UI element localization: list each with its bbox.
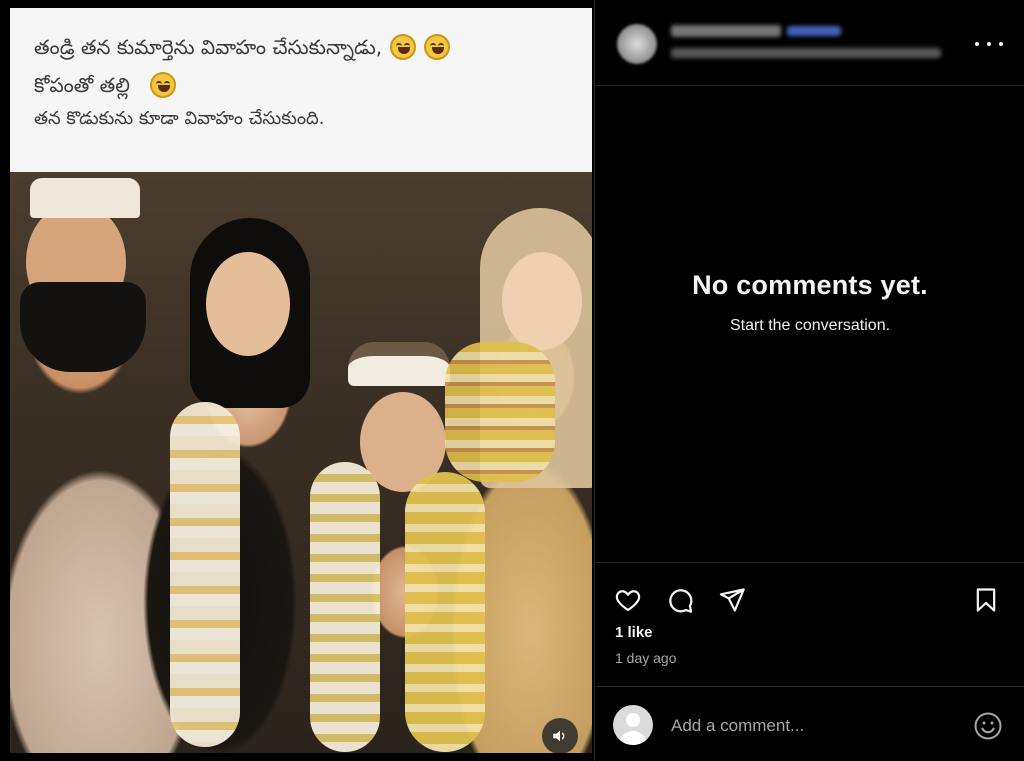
photo-garland — [445, 342, 555, 482]
post-subtitle-redacted — [671, 48, 941, 58]
comments-panel: No comments yet. Start the conversation. — [594, 0, 1024, 761]
comment-composer — [595, 686, 1024, 761]
volume-button[interactable] — [542, 718, 578, 753]
post-actions — [595, 562, 1024, 622]
photo-garland — [405, 472, 485, 752]
like-button[interactable] — [611, 583, 645, 617]
bookmark-icon — [976, 588, 996, 612]
grinning-squinting-face-emoji-icon — [149, 72, 176, 98]
save-button[interactable] — [969, 583, 1003, 617]
emoji-picker-button[interactable] — [973, 711, 1003, 741]
photo-beard — [20, 282, 146, 372]
grinning-face-emoji-icon — [390, 34, 417, 60]
caption-text-1: తండ్రి తన కుమార్తెను వివాహం చేసుకున్నాడు… — [34, 35, 383, 59]
speech-bubble-icon — [669, 589, 693, 613]
empty-comments-title: No comments yet. — [692, 270, 928, 300]
caption-text-3: తన కొడుకును కూడా వివాహం చేసుకుంది. — [34, 108, 325, 129]
family-photo — [10, 172, 592, 753]
post-timestamp: 1 day ago — [615, 650, 677, 666]
photo-face-girl — [206, 252, 290, 356]
caption-line-3: తన కొడుకును కూడా వివాహం చేసుకుంది. — [34, 104, 570, 134]
likes-count[interactable]: 1 like — [615, 624, 653, 641]
post-viewer: తండ్రి తన కుమార్తెను వివాహం చేసుకున్నాడు… — [0, 0, 1024, 761]
paper-plane-icon — [719, 588, 745, 612]
heart-icon — [615, 590, 641, 612]
current-user-avatar — [613, 705, 653, 745]
caption-line-2: కోపంతో తల్లి — [34, 66, 570, 104]
author-avatar[interactable] — [617, 24, 657, 64]
more-options-button[interactable] — [975, 34, 1003, 54]
empty-comments-subtitle: Start the conversation. — [729, 317, 891, 334]
photo-cap-boy — [348, 342, 450, 386]
share-button[interactable] — [715, 583, 749, 617]
author-tag-redacted[interactable] — [787, 26, 841, 36]
author-username-redacted[interactable] — [671, 25, 781, 37]
smiley-icon — [974, 712, 1002, 740]
comment-input[interactable] — [671, 713, 951, 739]
image-caption-overlay: తండ్రి తన కుమార్తెను వివాహం చేసుకున్నాడు… — [10, 8, 592, 172]
caption-line-1: తండ్రి తన కుమార్తెను వివాహం చేసుకున్నాడు… — [34, 28, 570, 66]
photo-face-woman — [502, 252, 582, 350]
caption-text-2: కోపంతో తల్లి — [34, 73, 130, 97]
empty-comments-state: No comments yet. Start the conversation. — [595, 270, 1024, 335]
post-header — [595, 0, 1024, 86]
photo-garland — [170, 402, 240, 747]
comment-button[interactable] — [663, 583, 697, 617]
post-media[interactable]: తండ్రి తన కుమార్తెను వివాహం చేసుకున్నాడు… — [10, 8, 592, 753]
photo-cap-man — [30, 178, 140, 218]
photo-garland — [310, 462, 380, 752]
grinning-face-emoji-icon — [424, 34, 451, 60]
more-options-icon — [975, 42, 979, 46]
speaker-icon — [553, 730, 565, 742]
